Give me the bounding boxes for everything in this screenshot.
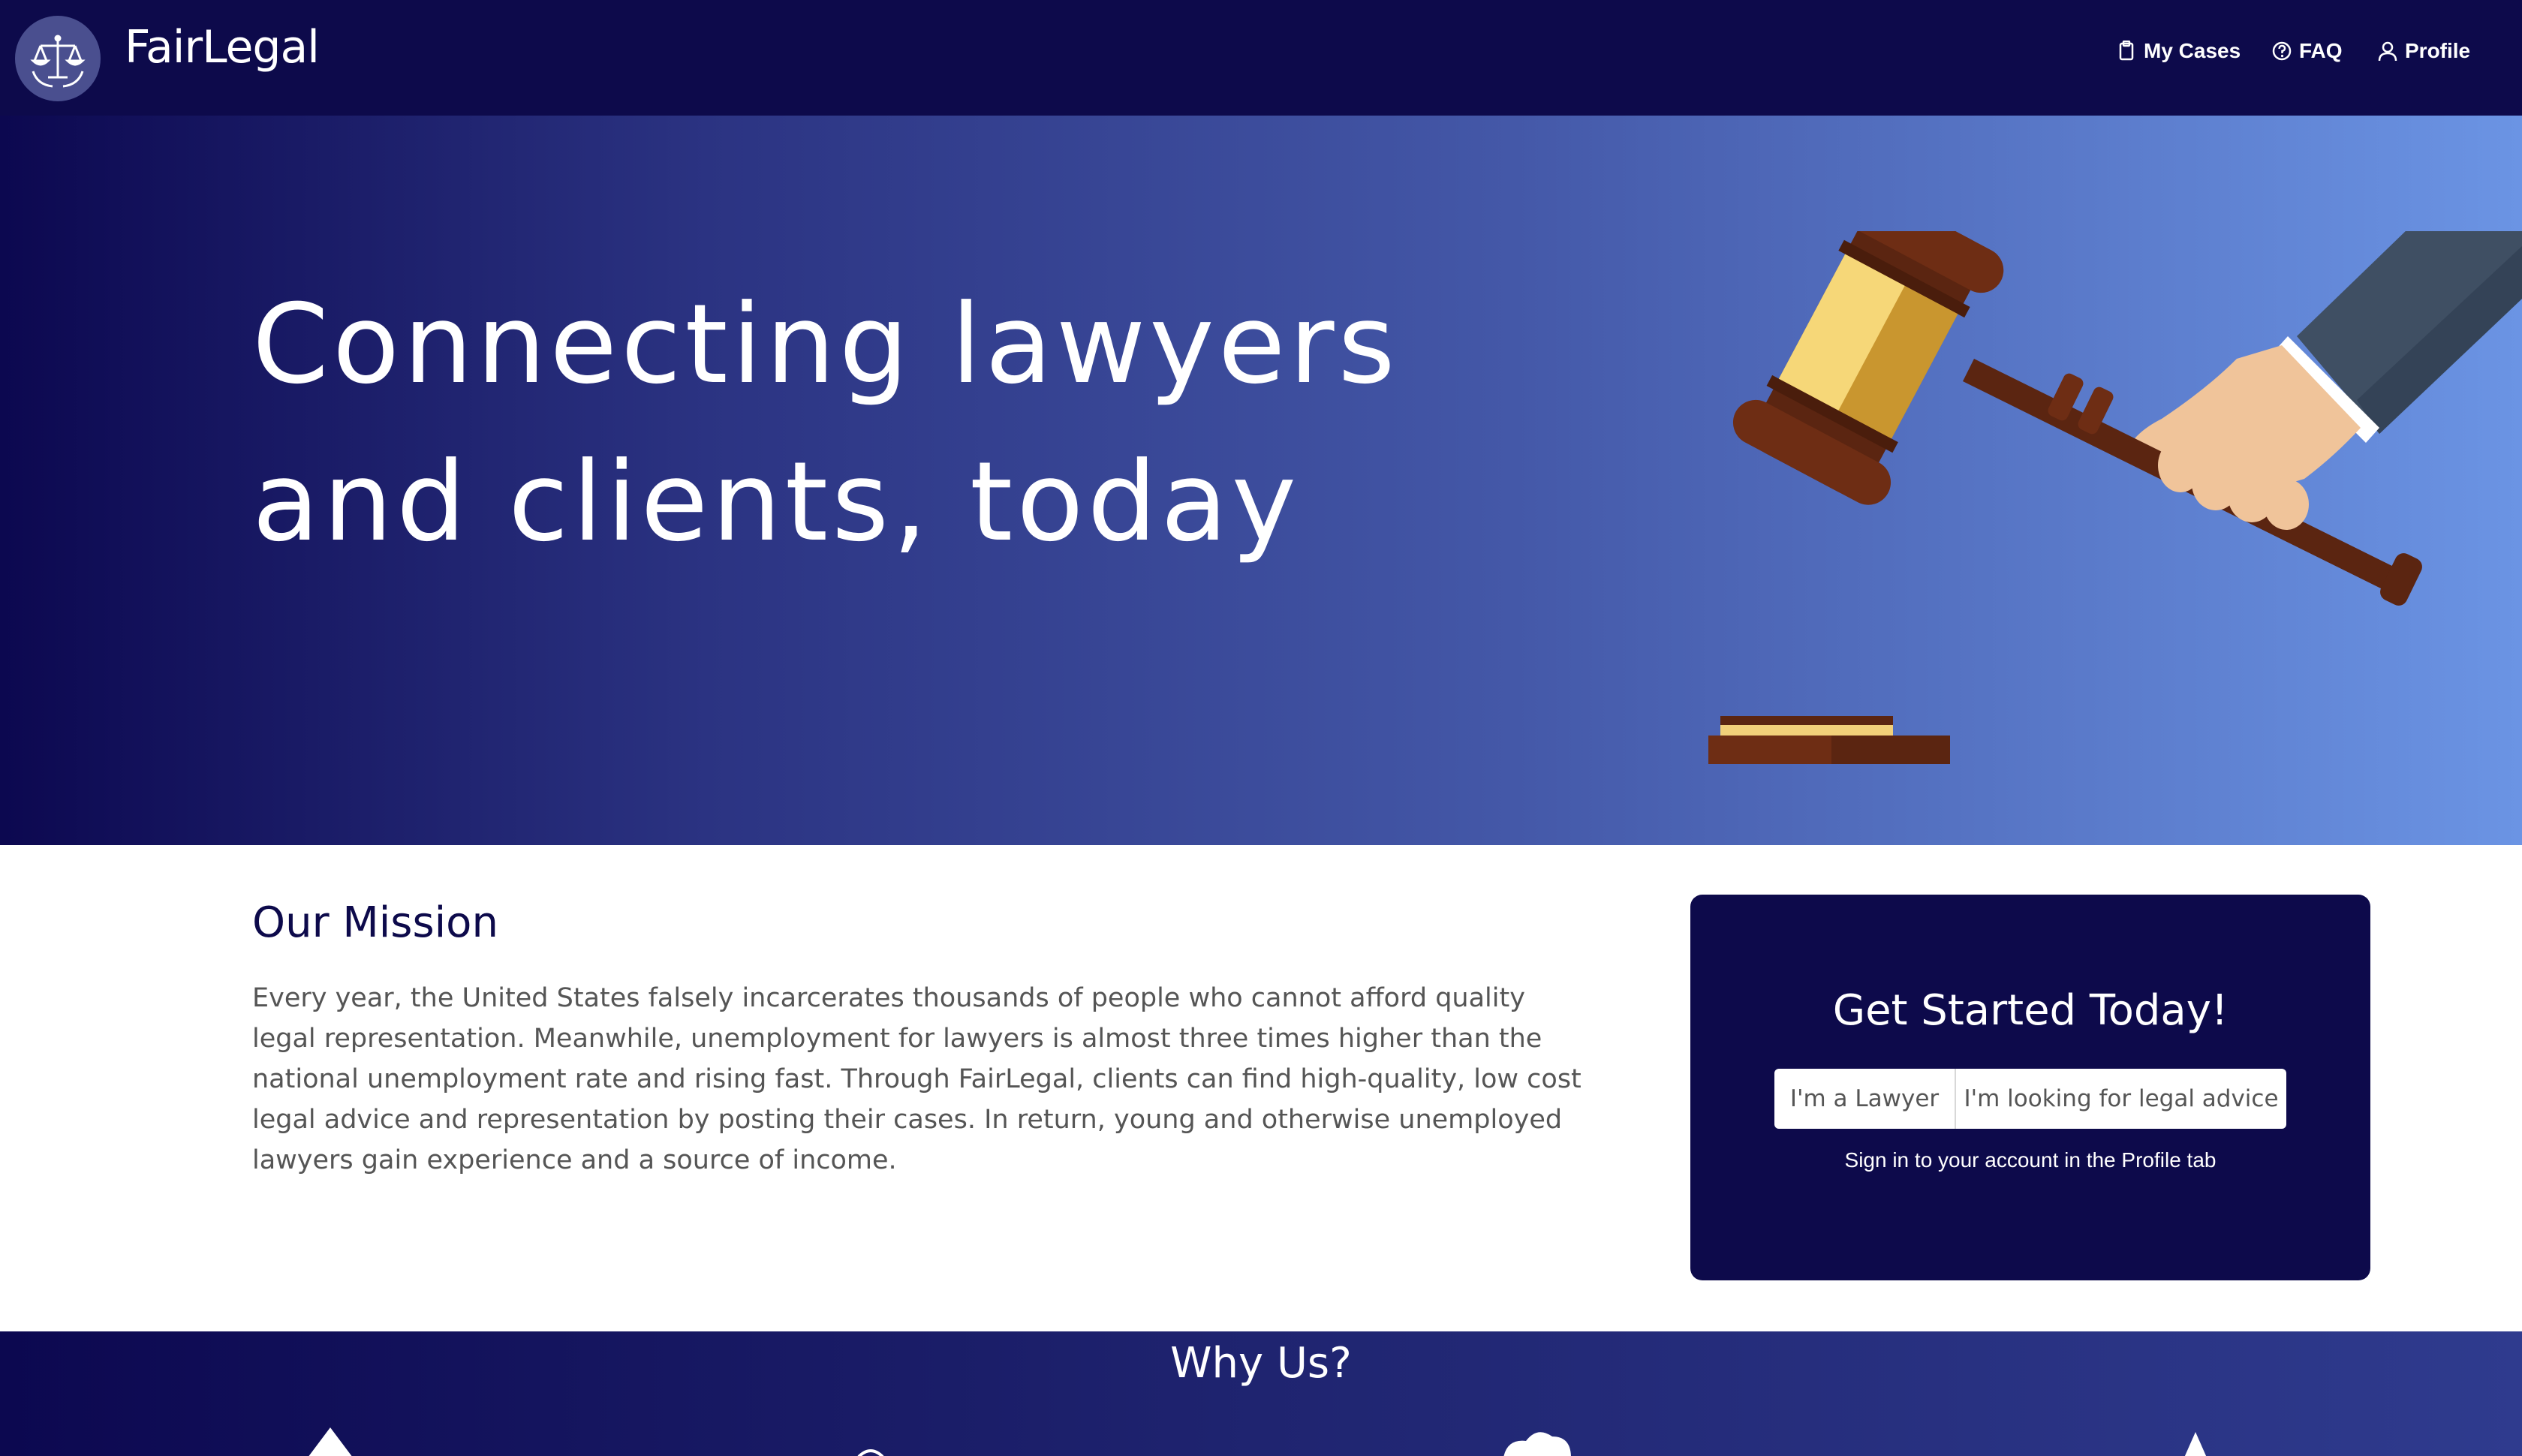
role-button-group: I'm a Lawyer I'm looking for legal advic… [1774,1069,2286,1129]
get-started-title: Get Started Today! [1832,986,2229,1035]
gavel-illustration [1708,231,2522,764]
nav-my-cases[interactable]: My Cases [2117,36,2241,66]
ship-icon [308,1427,352,1456]
nav-faq-label: FAQ [2299,39,2343,62]
hero-banner: Connecting lawyers and clients, today [0,116,2522,845]
nav-my-cases-label: My Cases [2144,39,2241,62]
person-icon [2378,41,2397,62]
cloud-icon [1503,1432,1571,1456]
clipboard-icon [2119,41,2134,61]
mission-text: Every year, the United States falsely in… [252,983,1582,1175]
nav-profile-label: Profile [2405,39,2471,62]
sign-in-note: Sign in to your account in the Profile t… [1844,1148,2217,1172]
scales-of-justice-logo-icon[interactable] [15,16,101,101]
circle-icon [857,1449,884,1456]
brand-name[interactable]: FairLegal [125,21,320,74]
arrow-up-icon [2184,1432,2207,1456]
question-circle-icon [2272,41,2292,61]
get-started-card: Get Started Today! I'm a Lawyer I'm look… [1690,895,2370,1280]
nav-faq[interactable]: FAQ [2272,36,2343,66]
lawyer-button[interactable]: I'm a Lawyer [1774,1069,1956,1129]
hero-title: Connecting lawyers and clients, today [252,281,1399,566]
navbar: FairLegal My Cases FAQ Profile [0,0,2522,116]
nav-profile[interactable]: Profile [2378,36,2470,66]
legal-advice-button[interactable]: I'm looking for legal advice [1956,1069,2286,1129]
why-us-section: Why Us? [0,1331,2522,1456]
why-us-title: Why Us? [1170,1339,1352,1388]
mission-title: Our Mission [252,898,498,947]
